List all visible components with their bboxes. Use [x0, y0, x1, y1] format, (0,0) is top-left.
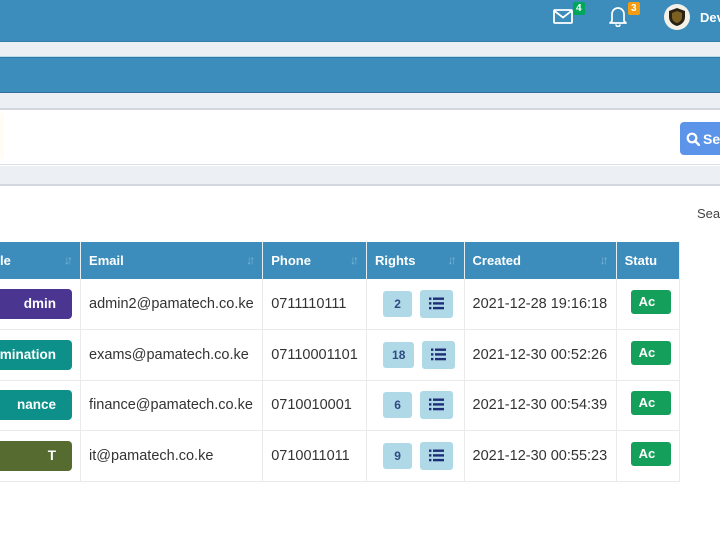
- role-badge[interactable]: nance: [0, 390, 72, 421]
- column-header-email[interactable]: Email ↓↑: [80, 242, 264, 279]
- rights-cell: 9: [366, 430, 465, 482]
- list-icon: [431, 348, 447, 361]
- status-badge: Ac: [630, 340, 671, 365]
- search-icon: [686, 132, 700, 146]
- column-label: le: [0, 253, 11, 268]
- table-row: amination exams@pamatech.co.ke 071100011…: [0, 329, 681, 381]
- column-label: Phone: [271, 253, 311, 268]
- list-icon: [429, 297, 445, 310]
- rights-count-badge[interactable]: 6: [383, 392, 413, 419]
- status-badge: Ac: [630, 441, 671, 466]
- column-header-created[interactable]: Created ↓↑: [464, 242, 617, 279]
- table-row: dmin admin2@pamatech.co.ke 0711110111 2 …: [0, 279, 681, 330]
- email-cell: finance@pamatech.co.ke: [80, 380, 264, 431]
- user-avatar[interactable]: [664, 4, 690, 30]
- created-cell: 2021-12-30 00:54:39: [464, 380, 617, 431]
- column-header-rights[interactable]: Rights ↓↑: [366, 242, 465, 279]
- table-row: T it@pamatech.co.ke 0710011011 9 2021-12…: [0, 430, 681, 482]
- top-navbar: 4 3 Dev: [0, 0, 720, 42]
- table-row: nance finance@pamatech.co.ke 0710010001 …: [0, 380, 681, 431]
- role-cell: amination: [0, 329, 82, 381]
- sort-icon: ↓↑: [447, 253, 457, 267]
- role-cell: dmin: [0, 279, 82, 330]
- sort-icon: ↓↑: [599, 253, 609, 267]
- view-rights-button[interactable]: [420, 391, 454, 420]
- view-rights-button[interactable]: [422, 340, 456, 369]
- spacer: [0, 42, 720, 57]
- search-button[interactable]: Sea: [680, 122, 720, 155]
- column-header-status[interactable]: Statu: [616, 242, 681, 279]
- sort-icon: ↓↑: [64, 253, 73, 267]
- user-name[interactable]: Dev: [700, 10, 720, 25]
- status-badge: Ac: [630, 391, 671, 416]
- created-cell: 2021-12-30 00:52:26: [464, 329, 617, 381]
- created-cell: 2021-12-30 00:55:23: [464, 430, 617, 482]
- role-cell: T: [0, 430, 82, 482]
- bell-icon: [609, 7, 627, 28]
- envelope-icon: [553, 9, 573, 24]
- sort-icon: ↓↑: [350, 253, 359, 267]
- messages-button[interactable]: 4: [553, 2, 585, 31]
- created-cell: 2021-12-28 19:16:18: [464, 279, 617, 330]
- view-rights-button[interactable]: [420, 290, 454, 318]
- role-cell: nance: [0, 380, 82, 431]
- rights-count-badge[interactable]: 18: [383, 341, 415, 368]
- role-badge[interactable]: T: [0, 440, 72, 471]
- spacer: [0, 93, 720, 110]
- column-label: Rights: [375, 253, 416, 268]
- column-header-role[interactable]: le ↓↑: [0, 242, 82, 279]
- rights-count-badge[interactable]: 9: [383, 442, 413, 469]
- datatable-search-label: Sea: [697, 206, 720, 221]
- spacer: [0, 166, 720, 186]
- rights-cell: 6: [366, 380, 465, 431]
- rights-cell: 18: [366, 329, 465, 381]
- column-label: Created: [472, 253, 521, 268]
- notifications-button[interactable]: 3: [609, 2, 640, 32]
- rights-count-badge[interactable]: 2: [383, 291, 413, 317]
- table-header-row: le ↓↑ Email ↓↑ Phone ↓↑ Rights ↓↑ Created ↓↑ …: [0, 242, 681, 279]
- shield-crest-icon: [669, 8, 685, 26]
- phone-cell: 0710010001: [262, 380, 368, 431]
- notifications-count-badge: 3: [628, 2, 640, 15]
- list-icon: [429, 449, 445, 462]
- role-badge[interactable]: dmin: [0, 289, 72, 319]
- users-table-panel: Sea le ↓↑ Email ↓↑ Phone ↓↑ Rights ↓↑ Create…: [0, 188, 720, 540]
- list-icon: [429, 398, 445, 411]
- search-panel: Sea: [0, 111, 720, 165]
- search-input[interactable]: [0, 113, 4, 159]
- sort-icon: ↓↑: [246, 253, 255, 267]
- users-table: le ↓↑ Email ↓↑ Phone ↓↑ Rights ↓↑ Created ↓↑ …: [0, 242, 681, 482]
- messages-count-badge: 4: [573, 2, 585, 15]
- view-rights-button[interactable]: [420, 441, 454, 470]
- phone-cell: 07110001101: [262, 329, 368, 381]
- phone-cell: 0711110111: [262, 279, 368, 330]
- email-cell: exams@pamatech.co.ke: [80, 329, 264, 381]
- content-header-bar: [0, 57, 720, 93]
- search-button-label: Sea: [703, 130, 720, 147]
- email-cell: it@pamatech.co.ke: [80, 430, 264, 482]
- status-cell: Ac: [616, 380, 681, 431]
- column-label: Statu: [624, 253, 658, 268]
- phone-cell: 0710011011: [262, 430, 368, 482]
- role-badge[interactable]: amination: [0, 339, 72, 370]
- status-badge: Ac: [630, 290, 671, 314]
- status-cell: Ac: [616, 279, 681, 330]
- column-header-phone[interactable]: Phone ↓↑: [262, 242, 368, 279]
- status-cell: Ac: [616, 329, 681, 381]
- email-cell: admin2@pamatech.co.ke: [80, 279, 264, 330]
- column-label: Email: [89, 253, 124, 268]
- rights-cell: 2: [366, 279, 465, 330]
- status-cell: Ac: [616, 430, 681, 482]
